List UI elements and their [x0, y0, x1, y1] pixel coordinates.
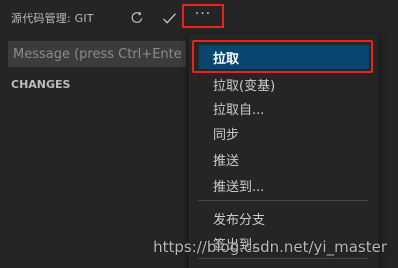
more-actions-button[interactable]: ···: [182, 4, 224, 28]
menu-item-push-to[interactable]: 推送到...: [199, 173, 369, 197]
menu-separator: [198, 200, 368, 201]
menu-item-publish-branch[interactable]: 发布分支: [199, 206, 369, 230]
scm-panel: 源代码管理: GIT ··· CHANGES 拉取 拉取(变基) 拉取自... …: [0, 0, 398, 268]
refresh-icon: [131, 11, 143, 23]
watermark: https://blog.csdn.net/yi_master: [153, 238, 387, 256]
refresh-button[interactable]: [124, 5, 150, 31]
menu-item-pull[interactable]: 拉取: [199, 45, 369, 69]
menu-item-push[interactable]: 推送: [199, 147, 369, 171]
check-icon: [162, 12, 176, 24]
menu-item-pull-rebase[interactable]: 拉取(变基): [199, 72, 369, 96]
menu-item-sync[interactable]: 同步: [199, 121, 369, 145]
menu-separator: [198, 258, 368, 259]
commit-button[interactable]: [156, 5, 182, 31]
more-icon: ···: [194, 6, 212, 22]
menu-item-pull-from[interactable]: 拉取自...: [199, 96, 369, 120]
panel-title: 源代码管理: GIT: [11, 12, 94, 25]
changes-section-header[interactable]: CHANGES: [11, 78, 70, 91]
commit-message-input[interactable]: [8, 41, 186, 67]
